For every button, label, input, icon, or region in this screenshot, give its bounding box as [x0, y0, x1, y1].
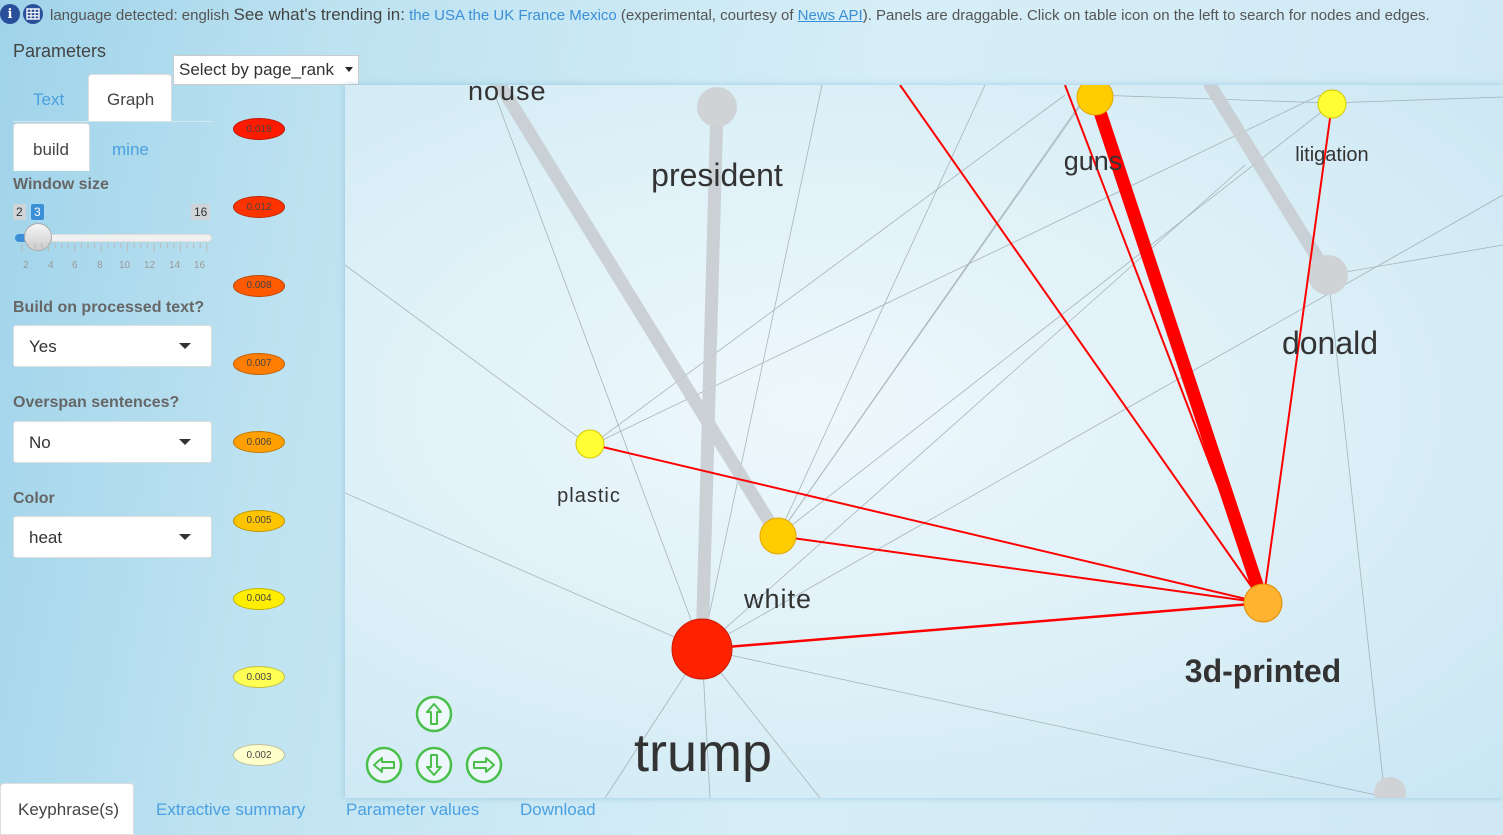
caret-down-icon — [345, 67, 353, 72]
processed-select[interactable]: Yes — [13, 325, 212, 367]
label-donald: donald — [1282, 325, 1378, 361]
caret-down-icon — [179, 343, 191, 349]
label-plastic: plastic — [557, 485, 621, 507]
legend-item: 0.019 — [233, 118, 285, 140]
legend-item: 0.004 — [233, 587, 285, 610]
trending-link-uk[interactable]: the UK — [468, 7, 514, 24]
subtab-build[interactable]: build — [13, 123, 90, 171]
trending-link-france[interactable]: France — [518, 7, 565, 24]
node-guns[interactable] — [1076, 85, 1114, 116]
graph-edges-gray — [345, 85, 1503, 798]
table-icon[interactable] — [23, 4, 43, 24]
select-by-value: Select by page_rank — [179, 60, 334, 79]
overspan-label: Overspan sentences? — [13, 394, 180, 411]
divider — [13, 121, 213, 122]
slider-ticks — [21, 243, 208, 252]
tab-text[interactable]: Text — [33, 90, 64, 110]
status-message: language detected: english See what's tr… — [50, 5, 1430, 25]
newsapi-link[interactable]: News API — [798, 7, 863, 24]
tick-label: 10 — [119, 260, 131, 271]
window-size-label: Window size — [13, 176, 109, 193]
label-3d-printed: 3d-printed — [1185, 653, 1341, 689]
trending-link-mexico[interactable]: Mexico — [569, 7, 617, 24]
tab-graph[interactable]: Graph — [88, 74, 172, 122]
graph-navigation[interactable] — [365, 695, 503, 784]
arrow-right-icon[interactable] — [465, 746, 503, 784]
label-president: president — [651, 157, 783, 193]
node-trump[interactable] — [671, 618, 733, 680]
tick-label: 16 — [194, 260, 206, 271]
graph-labels: nouse president guns litigation donald p… — [468, 85, 1378, 783]
bottom-tabs: Keyphrase(s) Extractive summary Paramete… — [0, 783, 1503, 835]
processed-value: Yes — [29, 337, 57, 356]
top-bar: i language detected: english See what's … — [0, 0, 1503, 30]
color-value: heat — [29, 528, 63, 547]
legend-item: 0.005 — [233, 509, 285, 532]
tick-label: 14 — [169, 260, 181, 271]
legend-item: 0.002 — [233, 744, 285, 767]
tab-keyphrases[interactable]: Keyphrase(s) — [0, 783, 134, 835]
caret-down-icon — [179, 534, 191, 540]
tab-extractive-summary[interactable]: Extractive summary — [156, 800, 305, 820]
parameters-title: Parameters — [13, 41, 107, 61]
experimental-note: (experimental, courtesy of — [620, 7, 794, 24]
caret-down-icon — [179, 439, 191, 445]
node-donald[interactable] — [1308, 255, 1348, 295]
label-nouse: nouse — [468, 85, 547, 106]
arrow-down-icon[interactable] — [415, 746, 453, 784]
node-plastic[interactable] — [575, 429, 605, 459]
arrow-left-icon[interactable] — [365, 746, 403, 784]
legend-item: 0.006 — [233, 431, 285, 454]
info-icon[interactable]: i — [0, 4, 20, 24]
node-white[interactable] — [759, 517, 797, 555]
arrow-up-icon[interactable] — [415, 695, 453, 733]
overspan-value: No — [29, 433, 51, 452]
label-trump: trump — [634, 723, 772, 783]
tab-parameter-values[interactable]: Parameter values — [346, 800, 479, 820]
instructions-text: ). Panels are draggable. Click on table … — [862, 7, 1430, 24]
language-detected: language detected: english — [50, 7, 230, 24]
tab-download[interactable]: Download — [520, 800, 596, 820]
tick-label: 12 — [144, 260, 156, 271]
subtab-mine[interactable]: mine — [112, 140, 149, 160]
processed-label: Build on processed text? — [13, 299, 205, 316]
graph-panel[interactable]: nouse president guns litigation donald p… — [345, 85, 1503, 798]
color-select[interactable]: heat — [13, 516, 212, 558]
graph-edges-heavy — [493, 85, 1335, 656]
node-president[interactable] — [697, 87, 737, 127]
label-guns: guns — [1064, 146, 1123, 176]
legend-item: 0.003 — [233, 666, 285, 689]
tick-label: 4 — [48, 260, 54, 271]
legend-item: 0.007 — [233, 352, 285, 375]
legend-item: 0.012 — [233, 196, 285, 219]
slider-min-tag: 2 — [13, 204, 26, 220]
node-3d-printed[interactable] — [1243, 583, 1283, 623]
slider-value-tag: 3 — [31, 204, 44, 220]
trending-link-usa[interactable]: the USA — [409, 7, 464, 24]
trending-prefix: See what's trending in: — [233, 5, 405, 24]
tick-label: 8 — [97, 260, 103, 271]
select-by-dropdown[interactable]: Select by page_rank — [173, 55, 359, 85]
graph-canvas[interactable]: nouse president guns litigation donald p… — [345, 85, 1503, 798]
node-litigation[interactable] — [1317, 89, 1347, 119]
label-litigation: litigation — [1295, 144, 1368, 166]
color-label: Color — [13, 490, 55, 507]
label-white: white — [743, 584, 812, 614]
tick-label: 6 — [72, 260, 78, 271]
tick-label: 2 — [23, 260, 29, 271]
legend-item: 0.008 — [233, 274, 285, 297]
overspan-select[interactable]: No — [13, 421, 212, 463]
slider-max-tag: 16 — [191, 204, 211, 220]
